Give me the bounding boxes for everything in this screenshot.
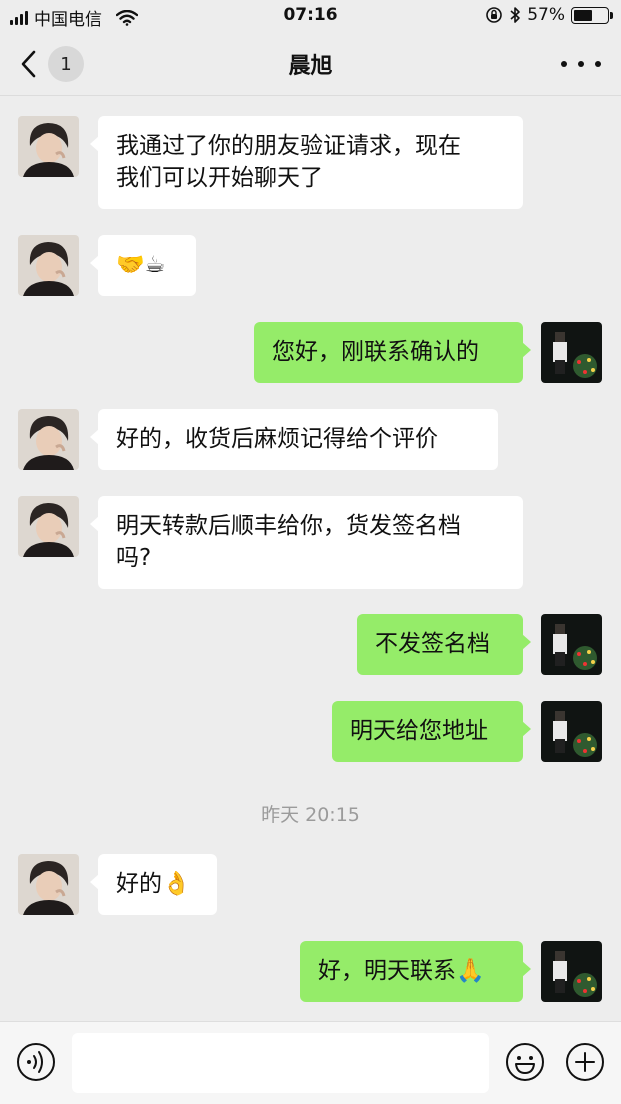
status-bar: 中国电信 07:16 57% <box>0 0 621 32</box>
battery-fill <box>574 9 593 21</box>
rotation-lock-icon <box>486 7 503 23</box>
bluetooth-icon <box>510 7 521 23</box>
input-bar <box>0 1021 621 1104</box>
my-avatar[interactable] <box>541 701 602 762</box>
friend-avatar[interactable] <box>18 235 79 296</box>
friend-avatar-image <box>18 854 79 915</box>
message-bubble-friend[interactable]: 好的，收货后麻烦记得给个评价 <box>90 409 498 470</box>
nav-bar: 1 晨旭 <box>0 32 621 96</box>
friend-avatar[interactable] <box>18 116 79 177</box>
message-bubble-friend[interactable]: 好的👌 <box>90 854 217 915</box>
battery-percent: 57% <box>527 5 565 25</box>
friend-avatar-image <box>18 235 79 296</box>
emoji-icon[interactable] <box>505 1042 545 1082</box>
chat-title: 晨旭 <box>288 54 333 79</box>
more-button[interactable] <box>561 52 601 76</box>
message-bubble-friend[interactable]: 🤝☕ <box>90 235 196 296</box>
message-bubble-friend[interactable]: 明天转款后顺丰给你，货发签名档 吗? <box>90 496 523 589</box>
voice-icon[interactable] <box>16 1042 56 1082</box>
my-avatar-image <box>541 614 602 675</box>
message-bubble-me[interactable]: 好，明天联系🙏 <box>300 941 531 1002</box>
friend-avatar-image <box>18 116 79 177</box>
my-avatar[interactable] <box>541 941 602 1002</box>
friend-avatar-image <box>18 496 79 557</box>
more-dots-icon <box>561 61 567 67</box>
my-avatar[interactable] <box>541 614 602 675</box>
status-right: 57% <box>485 5 613 25</box>
my-avatar-image <box>541 322 602 383</box>
my-avatar[interactable] <box>541 322 602 383</box>
friend-avatar[interactable] <box>18 409 79 470</box>
timestamp: 昨天 20:15 <box>261 804 360 826</box>
message-bubble-me[interactable]: 您好，刚联系确认的 <box>254 322 531 383</box>
my-avatar-image <box>541 941 602 1002</box>
message-bubble-me[interactable]: 不发签名档 <box>357 614 531 675</box>
friend-avatar[interactable] <box>18 496 79 557</box>
friend-avatar-image <box>18 409 79 470</box>
message-bubble-friend[interactable]: 我通过了你的朋友验证请求，现在 我们可以开始聊天了 <box>90 116 523 209</box>
message-input[interactable] <box>72 1033 489 1093</box>
battery-icon <box>571 6 613 24</box>
message-bubble-me[interactable]: 明天给您地址 <box>332 701 531 762</box>
plus-icon[interactable] <box>565 1042 605 1082</box>
friend-avatar[interactable] <box>18 854 79 915</box>
my-avatar-image <box>541 701 602 762</box>
